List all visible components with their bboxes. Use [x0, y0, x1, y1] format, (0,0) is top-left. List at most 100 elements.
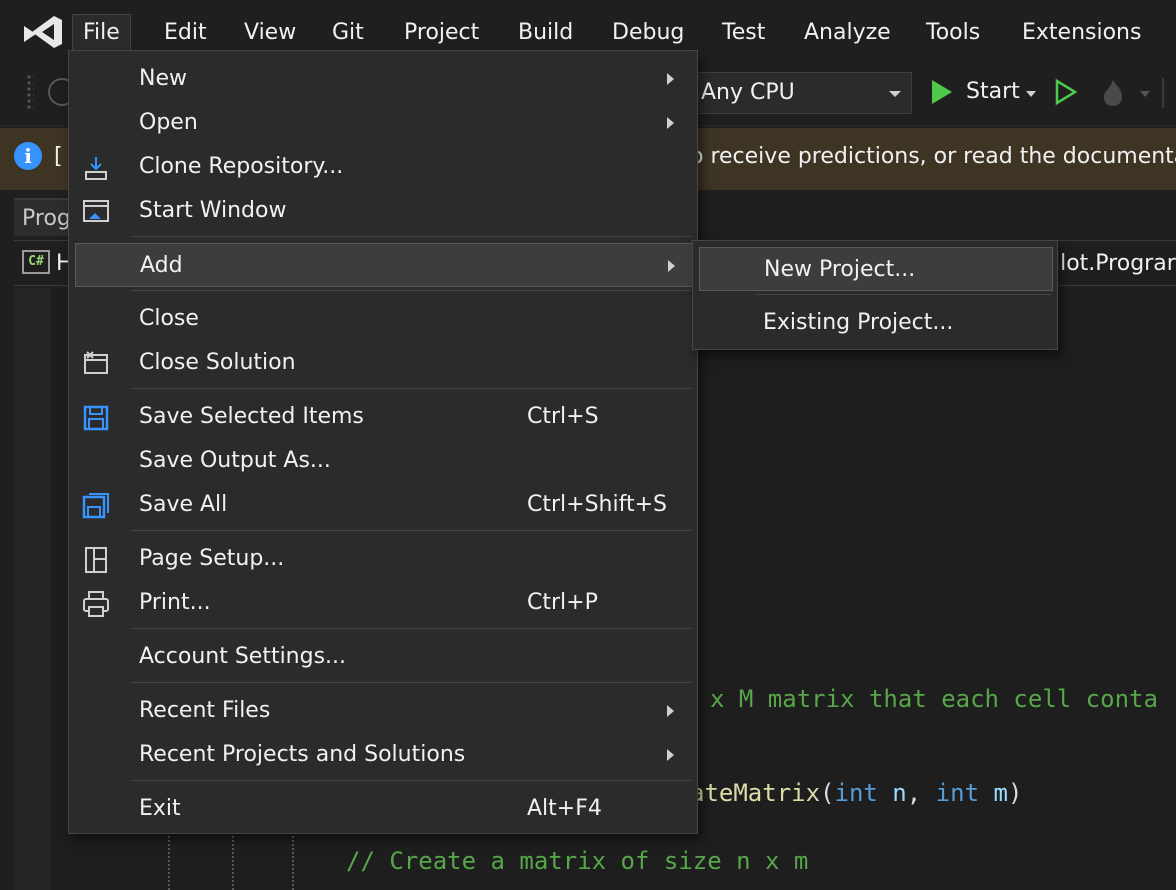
- menu-separator: [131, 682, 691, 683]
- menu-item-shortcut: Ctrl+S: [527, 404, 599, 429]
- page-setup-icon: [85, 547, 107, 573]
- menu-project[interactable]: Project: [394, 16, 489, 50]
- code-comma: ,: [906, 779, 936, 807]
- type-dropdown-label[interactable]: ilot.Prograr: [1054, 249, 1176, 279]
- menu-item-label: Existing Project...: [763, 310, 954, 335]
- menu-analyze[interactable]: Analyze: [794, 16, 901, 50]
- menu-item-save-output-as[interactable]: Save Output As...: [75, 439, 693, 483]
- menu-item-print[interactable]: Print... Ctrl+P: [75, 581, 693, 625]
- menu-item-label: Exit: [139, 796, 181, 821]
- platform-select[interactable]: Any CPU: [690, 72, 912, 114]
- info-icon: i: [14, 142, 42, 170]
- menu-item-label: Close: [139, 306, 199, 331]
- toolbar-separator: [1162, 78, 1164, 108]
- menu-separator: [131, 530, 691, 531]
- menu-build[interactable]: Build: [508, 16, 583, 50]
- menu-item-close[interactable]: Close: [75, 297, 693, 341]
- save-all-icon: [82, 493, 109, 519]
- code-param: m: [979, 779, 1008, 807]
- info-bar-prefix: [: [54, 144, 63, 169]
- submenu-arrow-icon: [667, 749, 674, 761]
- menu-item-start-window[interactable]: Start Window: [75, 189, 693, 233]
- menu-item-label: Print...: [139, 590, 211, 615]
- menu-item-recent-projects[interactable]: Recent Projects and Solutions: [75, 733, 693, 777]
- tab-program-label: Prog: [22, 206, 71, 231]
- menu-test[interactable]: Test: [712, 16, 775, 50]
- menu-item-label: Save Output As...: [139, 448, 331, 473]
- menu-separator: [131, 628, 691, 629]
- submenu-arrow-icon: [668, 260, 675, 272]
- code-keyword: int: [935, 779, 980, 807]
- submenu-item-new-project[interactable]: New Project...: [699, 247, 1053, 291]
- save-icon: [83, 405, 109, 431]
- menu-item-shortcut: Ctrl+P: [527, 590, 598, 615]
- menu-item-new[interactable]: New: [75, 57, 693, 101]
- code-line-comment: x M matrix that each cell conta: [710, 685, 1158, 713]
- menu-separator: [131, 388, 691, 389]
- menu-separator: [131, 290, 691, 291]
- platform-select-value: Any CPU: [701, 80, 795, 105]
- menu-debug[interactable]: Debug: [602, 16, 694, 50]
- menu-item-save-all[interactable]: Save All Ctrl+Shift+S: [75, 483, 693, 527]
- menu-edit[interactable]: Edit: [154, 16, 217, 50]
- start-dropdown-chevron-icon[interactable]: [1026, 91, 1036, 97]
- chevron-down-icon: [889, 91, 901, 97]
- start-window-icon: [83, 200, 109, 222]
- menu-item-label: New Project...: [764, 257, 916, 282]
- code-line-comment-2: // Create a matrix of size n x m: [346, 847, 809, 875]
- menu-item-save-selected[interactable]: Save Selected Items Ctrl+S: [75, 395, 693, 439]
- submenu-arrow-icon: [667, 705, 674, 717]
- menu-item-page-setup[interactable]: Page Setup...: [75, 537, 693, 581]
- start-button-label[interactable]: Start: [966, 76, 1020, 108]
- menu-separator: [131, 780, 691, 781]
- menu-item-shortcut: Ctrl+Shift+S: [527, 492, 667, 517]
- menu-item-shortcut: Alt+F4: [527, 796, 602, 821]
- menu-item-label: Account Settings...: [139, 644, 347, 669]
- menu-item-clone-repository[interactable]: Clone Repository...: [75, 145, 693, 189]
- menu-item-label: Close Solution: [139, 350, 296, 375]
- submenu-arrow-icon: [667, 117, 674, 129]
- menu-git[interactable]: Git: [322, 16, 374, 50]
- menu-item-close-solution[interactable]: Close Solution: [75, 341, 693, 385]
- menu-item-label: Clone Repository...: [139, 154, 344, 179]
- clone-icon: [85, 157, 107, 180]
- code-param: n: [877, 779, 907, 807]
- code-function-name: ateMatrix: [690, 779, 821, 807]
- hot-reload-flame-icon[interactable]: [1098, 78, 1128, 108]
- code-paren-close: ): [1007, 779, 1023, 807]
- info-bar-message: o receive predictions, or read the docum…: [690, 144, 1176, 169]
- menu-item-label: Page Setup...: [139, 546, 285, 571]
- code-line-signature: ateMatrix(int n, int m): [690, 778, 1022, 808]
- menu-item-recent-files[interactable]: Recent Files: [75, 689, 693, 733]
- start-without-debugging-icon[interactable]: [1054, 78, 1078, 106]
- menu-extensions[interactable]: Extensions: [1012, 16, 1151, 50]
- menu-item-label: Add: [140, 253, 183, 278]
- toolbar-grip-handle[interactable]: [26, 74, 34, 110]
- menu-item-label: Recent Projects and Solutions: [139, 742, 466, 767]
- indent-guide: [292, 832, 294, 890]
- code-keyword: int: [834, 779, 878, 807]
- code-paren-open: (: [820, 779, 835, 807]
- menu-separator: [755, 294, 1051, 295]
- menu-item-open[interactable]: Open: [75, 101, 693, 145]
- file-menu-dropdown: New Open Clone Repository... Start Windo…: [68, 50, 698, 834]
- start-debug-play-icon[interactable]: [930, 78, 954, 106]
- menu-item-add[interactable]: Add: [75, 243, 693, 287]
- hot-reload-chevron-icon[interactable]: [1140, 91, 1150, 97]
- menu-item-label: Save Selected Items: [139, 404, 364, 429]
- submenu-arrow-icon: [667, 73, 674, 85]
- menu-item-label: Start Window: [139, 198, 287, 223]
- menu-view[interactable]: View: [234, 16, 306, 50]
- editor-gutter: [14, 288, 50, 890]
- visual-studio-logo-icon[interactable]: [20, 12, 66, 52]
- menu-file[interactable]: File: [72, 14, 131, 52]
- print-icon: [83, 591, 109, 617]
- submenu-item-existing-project[interactable]: Existing Project...: [699, 301, 1053, 345]
- menu-tools[interactable]: Tools: [916, 16, 990, 50]
- close-solution-icon: [84, 351, 108, 374]
- menu-item-label: Open: [139, 110, 198, 135]
- menu-item-label: Recent Files: [139, 698, 271, 723]
- menu-item-account-settings[interactable]: Account Settings...: [75, 635, 693, 679]
- menu-separator: [131, 236, 691, 237]
- menu-item-exit[interactable]: Exit Alt+F4: [75, 787, 693, 831]
